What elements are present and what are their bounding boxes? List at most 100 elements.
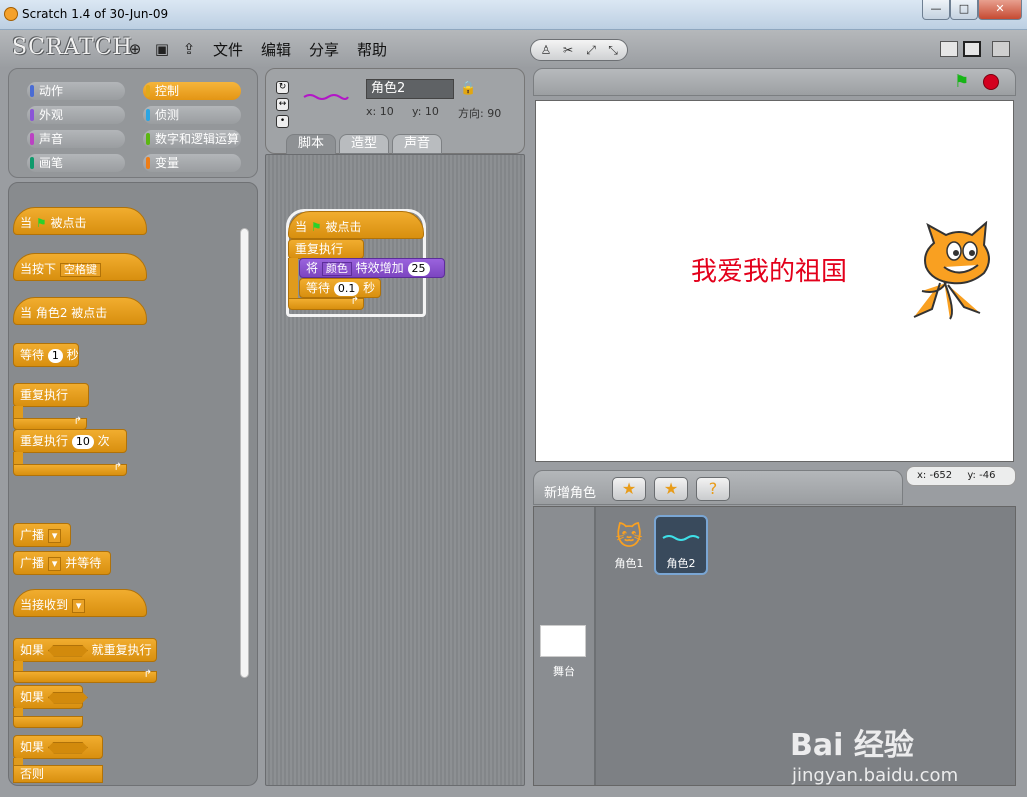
category-sensing[interactable]: 侦测 [143, 106, 241, 124]
share-icon[interactable]: ⇪ [180, 40, 198, 58]
sprite-thumb-2[interactable]: 角色2 [654, 515, 708, 575]
grow-icon[interactable]: ⤢ [582, 42, 600, 58]
no-rotate-icon[interactable]: • [276, 115, 289, 128]
block-forever-if[interactable]: 如果 就重复执行 [13, 638, 157, 662]
menu-share[interactable]: 分享 [309, 39, 339, 60]
flip-left-right-icon[interactable]: ↔ [276, 98, 289, 111]
block-when-sprite-clicked[interactable]: 当 角色2 被点击 [13, 297, 147, 325]
block-text: 当按下 [20, 262, 57, 276]
block-palette: 当 ⚑ 被点击 当按下 空格键 当 角色2 被点击 等待 1 秒 重复执行 ↱ … [8, 182, 258, 786]
presentation-mode-icon[interactable] [992, 41, 1010, 57]
block-broadcast[interactable]: 广播 ▾ [13, 523, 71, 547]
new-sprite-bar: 新增角色 ★ ★ ? [533, 470, 903, 505]
category-looks[interactable]: 外观 [27, 106, 125, 124]
block-repeat[interactable]: 重复执行 10 次 [13, 429, 127, 453]
sprite-y: y: 10 [412, 105, 439, 118]
c-block-foot: ↱ [13, 462, 127, 476]
maximize-button[interactable]: □ [950, 0, 978, 20]
block-text: 重复执行 [20, 434, 69, 448]
stage-text-sprite[interactable]: 我爱我的祖国 [691, 251, 847, 288]
block-broadcast-and-wait[interactable]: 广播 ▾ 并等待 [13, 551, 111, 575]
broadcast-dropdown[interactable]: ▾ [47, 556, 62, 571]
key-dropdown[interactable]: 空格键 [59, 262, 101, 277]
sprite-thumb-1[interactable]: 🐱 角色1 [602, 517, 656, 577]
menu-help[interactable]: 帮助 [357, 39, 387, 60]
small-stage-icon[interactable] [940, 41, 958, 57]
menu-bar: SCRATCH ⊕ ▣ ⇪ 文件 编辑 分享 帮助 ♙ ✂ ⤢ ⤡ [0, 30, 1027, 68]
category-variables[interactable]: 变量 [143, 154, 241, 172]
paint-new-sprite-button[interactable]: ★ [612, 477, 646, 501]
block-if-else[interactable]: 如果 [13, 735, 103, 759]
lock-icon[interactable]: 🔒 [460, 81, 476, 96]
script-wait[interactable]: 等待 0.1 秒 [299, 278, 381, 298]
category-pen[interactable]: 画笔 [27, 154, 125, 172]
stage-column: 舞台 [534, 507, 596, 785]
block-text: 被点击 [325, 220, 362, 234]
condition-slot[interactable] [47, 644, 88, 657]
block-text: 将 [306, 261, 319, 275]
menu-file[interactable]: 文件 [213, 39, 243, 60]
block-text: 秒 [66, 348, 79, 362]
save-icon[interactable]: ▣ [153, 40, 171, 58]
normal-stage-icon[interactable] [963, 41, 981, 57]
scratch-cat-sprite[interactable] [904, 221, 1000, 331]
broadcast-dropdown[interactable]: ▾ [47, 528, 62, 543]
block-text: 等待 [306, 281, 331, 295]
condition-slot[interactable] [47, 741, 88, 754]
surprise-sprite-button[interactable]: ? [696, 477, 730, 501]
menu-edit[interactable]: 编辑 [261, 39, 291, 60]
script-forever[interactable]: 重复执行 [288, 239, 364, 259]
wait-seconds-input[interactable]: 0.1 [333, 281, 360, 296]
block-when-receive[interactable]: 当接收到 ▾ [13, 589, 147, 617]
stop-icon[interactable] [983, 74, 999, 90]
effect-dropdown[interactable]: 颜色 [321, 261, 352, 276]
category-color-chip [30, 133, 34, 145]
shrink-icon[interactable]: ⤡ [604, 42, 622, 58]
category-control[interactable]: 控制 [143, 82, 241, 100]
block-wait[interactable]: 等待 1 秒 [13, 343, 79, 367]
category-motion[interactable]: 动作 [27, 82, 125, 100]
stage[interactable]: 我爱我的祖国 [535, 100, 1014, 462]
script-change-effect[interactable]: 将 颜色 特效增加 25 [299, 258, 445, 278]
block-when-flag-clicked[interactable]: 当 ⚑ 被点击 [13, 207, 147, 235]
category-sound[interactable]: 声音 [27, 130, 125, 148]
repeat-count-input[interactable]: 10 [71, 434, 94, 449]
category-operators[interactable]: 数字和逻辑运算 [143, 130, 241, 148]
mouse-x: x: -652 [917, 470, 953, 481]
block-text: 并等待 [65, 556, 102, 570]
new-sprite-label: 新增角色 [544, 486, 597, 501]
delete-icon[interactable]: ✂ [559, 42, 577, 58]
block-text: 等待 [20, 348, 45, 362]
c-block-foot: ↱ [13, 669, 157, 683]
effect-amount-input[interactable]: 25 [407, 261, 430, 276]
tab-scripts[interactable]: 脚本 [286, 134, 336, 154]
script-when-flag-clicked[interactable]: 当 ⚑ 被点击 [288, 211, 424, 239]
c-block-foot: ↱ [288, 296, 364, 310]
green-flag-icon[interactable]: ⚑ [954, 72, 969, 92]
sprite-list: 舞台 🐱 角色1 角色2 [533, 506, 1016, 786]
block-when-key-pressed[interactable]: 当按下 空格键 [13, 253, 147, 281]
minimize-button[interactable]: — [922, 0, 950, 20]
globe-icon[interactable]: ⊕ [126, 40, 144, 58]
wait-seconds-input[interactable]: 1 [47, 348, 63, 363]
tab-costumes[interactable]: 造型 [339, 134, 389, 154]
scripts-area[interactable]: 当 ⚑ 被点击 重复执行 将 颜色 特效增加 25 等待 0.1 秒 ↱ [265, 154, 525, 786]
duplicate-icon[interactable]: ♙ [537, 42, 555, 58]
condition-slot[interactable] [47, 691, 88, 704]
tab-sounds[interactable]: 声音 [392, 134, 442, 154]
sprite-name-field[interactable]: 角色2 [366, 79, 454, 99]
close-button[interactable]: ✕ [978, 0, 1022, 20]
message-dropdown[interactable]: ▾ [71, 598, 86, 613]
stage-thumbnail[interactable] [540, 625, 586, 657]
choose-sprite-from-file-button[interactable]: ★ [654, 477, 688, 501]
block-if[interactable]: 如果 [13, 685, 88, 709]
rotate-all-icon[interactable]: ↻ [276, 81, 289, 94]
block-forever[interactable]: 重复执行 [13, 383, 89, 407]
sprite-direction: 方向: 90 [458, 107, 502, 120]
category-label: 控制 [155, 84, 180, 98]
block-text: 就重复执行 [91, 643, 152, 657]
palette-scrollbar[interactable] [240, 228, 249, 678]
mouse-y: y: -46 [967, 470, 996, 481]
category-label: 外观 [39, 108, 64, 122]
block-text: 特效增加 [355, 261, 404, 275]
